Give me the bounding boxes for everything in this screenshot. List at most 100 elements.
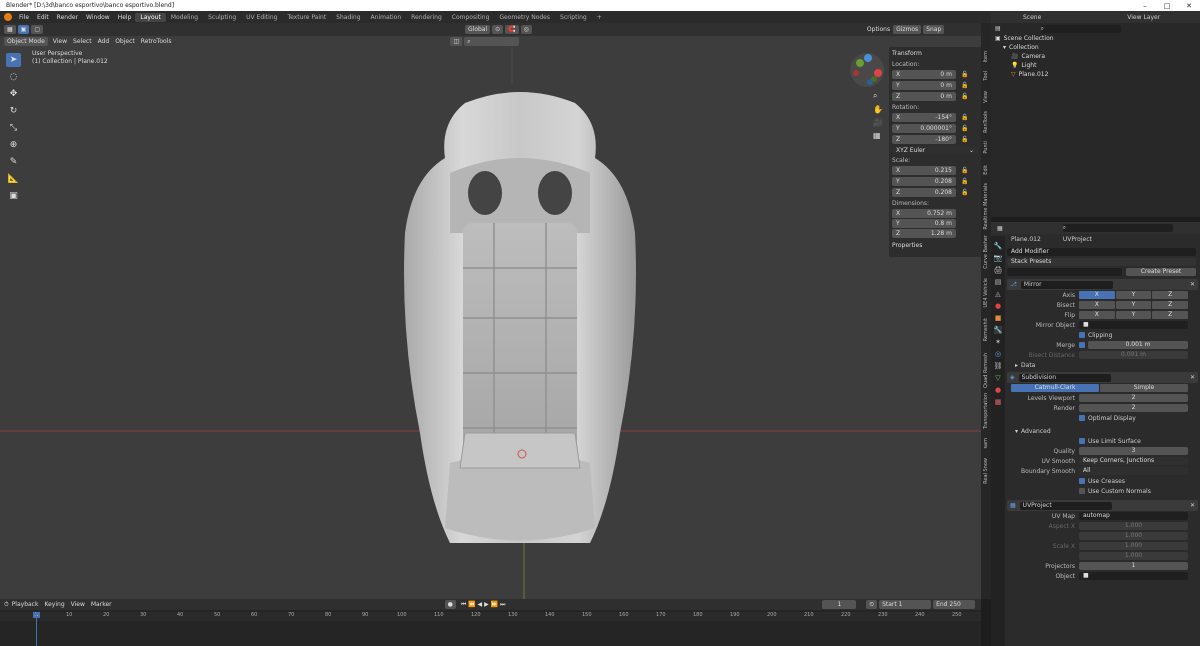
scale-z-field[interactable]: Z 0.208 xyxy=(892,188,956,197)
scale-tool-icon[interactable]: ⤡ xyxy=(6,121,21,135)
subdivision-type-toggle[interactable]: Catmull-Clark Simple xyxy=(1011,384,1188,392)
tab-animation[interactable]: Animation xyxy=(366,13,407,22)
navigation-gizmo[interactable] xyxy=(848,51,886,89)
view-layer-props-icon[interactable]: ▤ xyxy=(995,278,1002,286)
quality-field[interactable]: 3 xyxy=(1079,447,1188,455)
menu-render[interactable]: Render xyxy=(53,14,82,21)
vtab-real-snow[interactable]: Real Snow xyxy=(983,458,989,484)
playback-controls[interactable]: ⏮ ⏪ ◀ ▶ ⏩ ⏭ xyxy=(458,601,509,609)
optimal-display-checkbox[interactable] xyxy=(1079,415,1085,421)
object-props-icon[interactable]: ■ xyxy=(995,314,1002,322)
subdivision-modifier-header[interactable]: ◈ Subdivision ✕ xyxy=(1007,372,1198,383)
record-button[interactable]: ● xyxy=(444,600,456,609)
transform-header[interactable]: Transform xyxy=(892,49,978,59)
vtab-quad-remesh[interactable]: Quad Remesh xyxy=(983,353,989,388)
render-levels-field[interactable]: 2 xyxy=(1079,404,1188,412)
dimension-x-field[interactable]: X 0.752 m xyxy=(892,209,956,218)
lock-icon[interactable]: 🔓 xyxy=(961,178,968,185)
scene-props-icon[interactable]: ◬ xyxy=(995,290,1000,298)
aspect-y-field[interactable]: 1.000 xyxy=(1079,532,1188,540)
location-x-field[interactable]: X0 m xyxy=(892,70,956,79)
outliner-item-light[interactable]: 💡 Light xyxy=(991,61,1200,70)
view-layer-selector[interactable]: View Layer xyxy=(1127,14,1160,21)
material-props-icon[interactable]: ● xyxy=(995,386,1001,394)
vtab-sam[interactable]: sam xyxy=(983,438,989,449)
vtab-punti[interactable]: Punti xyxy=(983,141,989,154)
vtab-item[interactable]: Item xyxy=(983,51,989,62)
create-preset-button[interactable]: Create Preset xyxy=(1126,268,1196,276)
vtab-view[interactable]: View xyxy=(983,91,989,103)
rotation-y-field[interactable]: Y 0.000001° xyxy=(892,124,956,133)
menu-window[interactable]: Window xyxy=(82,14,114,21)
zoom-icon[interactable]: ⌕ xyxy=(873,91,883,101)
tab-modeling[interactable]: Modeling xyxy=(166,13,203,22)
menu-marker[interactable]: Marker xyxy=(88,601,115,608)
tab-uv-editing[interactable]: UV Editing xyxy=(241,13,282,22)
render-props-icon[interactable]: 📷 xyxy=(994,254,1003,262)
mirror-data-subpanel[interactable]: ▸ Data xyxy=(1015,360,1200,370)
close-icon[interactable]: ✕ xyxy=(1190,374,1195,381)
measure-tool-icon[interactable]: 📐 xyxy=(6,172,21,186)
close-icon[interactable]: ✕ xyxy=(1190,281,1195,288)
advanced-subpanel[interactable]: ▾ Advanced xyxy=(1015,426,1200,436)
menu-view[interactable]: View xyxy=(68,601,88,608)
rotation-x-field[interactable]: X -154° xyxy=(892,113,956,122)
rotation-mode-dropdown[interactable]: XYZ Euler ⌄ xyxy=(892,146,978,155)
lock-icon[interactable]: 🔓 xyxy=(961,82,968,89)
lock-icon[interactable]: 🔓 xyxy=(961,125,968,132)
mirror-flip-toggles[interactable]: XYZ xyxy=(1079,311,1189,319)
boundary-smooth-dropdown[interactable]: All xyxy=(1079,467,1188,475)
outliner-scene-collection[interactable]: ▣ Scene Collection xyxy=(991,34,1200,43)
outliner-search-input[interactable]: ⌕ xyxy=(1040,24,1121,33)
add-cube-tool-icon[interactable]: ▣ xyxy=(6,189,21,203)
lock-icon[interactable]: 🔓 xyxy=(961,189,968,196)
lock-icon[interactable]: 🔓 xyxy=(961,167,968,174)
vtab-remeshit[interactable]: Remeshit xyxy=(983,318,989,341)
aspect-x-field[interactable]: 1.000 xyxy=(1079,522,1188,530)
playhead[interactable] xyxy=(36,612,37,646)
merge-checkbox[interactable] xyxy=(1079,342,1085,348)
annotate-tool-icon[interactable]: ✎ xyxy=(6,155,21,169)
vtab-edit[interactable]: Edit xyxy=(983,165,989,175)
minimize-button[interactable]: – xyxy=(1134,2,1156,10)
uv-map-field[interactable]: automap xyxy=(1079,512,1188,520)
menu-playback[interactable]: Playback xyxy=(9,601,42,608)
modifier-props-icon[interactable]: 🔧 xyxy=(993,326,1003,334)
clipping-checkbox[interactable] xyxy=(1079,332,1085,338)
vtab-rentools[interactable]: RenTools xyxy=(983,111,989,133)
scene-selector[interactable]: Scene xyxy=(1023,14,1041,21)
move-tool-icon[interactable]: ✥ xyxy=(6,87,21,101)
vtab-ue4-vehicle[interactable]: UE4 Vehicle xyxy=(983,278,989,307)
scale-y-field[interactable]: Y 0.208 xyxy=(892,177,956,186)
close-icon[interactable]: ✕ xyxy=(1190,502,1195,509)
merge-distance-field[interactable]: 0.001 m xyxy=(1088,341,1188,349)
location-z-field[interactable]: Z0 m xyxy=(892,92,956,101)
bisect-distance-field[interactable]: 0.001 m xyxy=(1079,351,1188,359)
menu-edit[interactable]: Edit xyxy=(33,14,53,21)
vtab-realtime-materials[interactable]: Realtime Materials xyxy=(983,183,989,230)
tab-rendering[interactable]: Rendering xyxy=(406,13,447,22)
add-modifier-dropdown[interactable]: Add Modifier xyxy=(1007,248,1196,256)
add-workspace-button[interactable]: + xyxy=(592,13,607,22)
transform-tool-icon[interactable]: ⊕ xyxy=(6,138,21,152)
output-props-icon[interactable]: 🖨 xyxy=(994,266,1003,274)
menu-help[interactable]: Help xyxy=(114,14,136,21)
menu-keying[interactable]: Keying xyxy=(41,601,67,608)
preview-range-icon[interactable]: ⏲ xyxy=(866,600,878,609)
world-props-icon[interactable]: ● xyxy=(995,302,1001,310)
physics-props-icon[interactable]: ◎ xyxy=(995,350,1001,358)
select-tool-icon[interactable]: ➤ xyxy=(6,53,21,67)
racing-seat-model[interactable] xyxy=(390,83,650,563)
lock-icon[interactable]: 🔓 xyxy=(961,114,968,121)
lock-icon[interactable]: 🔓 xyxy=(961,71,968,78)
outliner-item-camera[interactable]: 🎥 Camera xyxy=(991,52,1200,61)
tab-scripting[interactable]: Scripting xyxy=(555,13,592,22)
location-y-field[interactable]: Y0 m xyxy=(892,81,956,90)
projectors-field[interactable]: 1 xyxy=(1079,562,1188,570)
current-frame-field[interactable]: 1 xyxy=(822,600,857,609)
constraints-props-icon[interactable]: ⛓ xyxy=(994,362,1003,370)
close-button[interactable]: ✕ xyxy=(1178,2,1200,10)
ortho-grid-icon[interactable]: ▦ xyxy=(873,131,883,140)
outliner-item-collection[interactable]: ▾ Collection xyxy=(991,43,1200,52)
tab-geometry-nodes[interactable]: Geometry Nodes xyxy=(494,13,555,22)
